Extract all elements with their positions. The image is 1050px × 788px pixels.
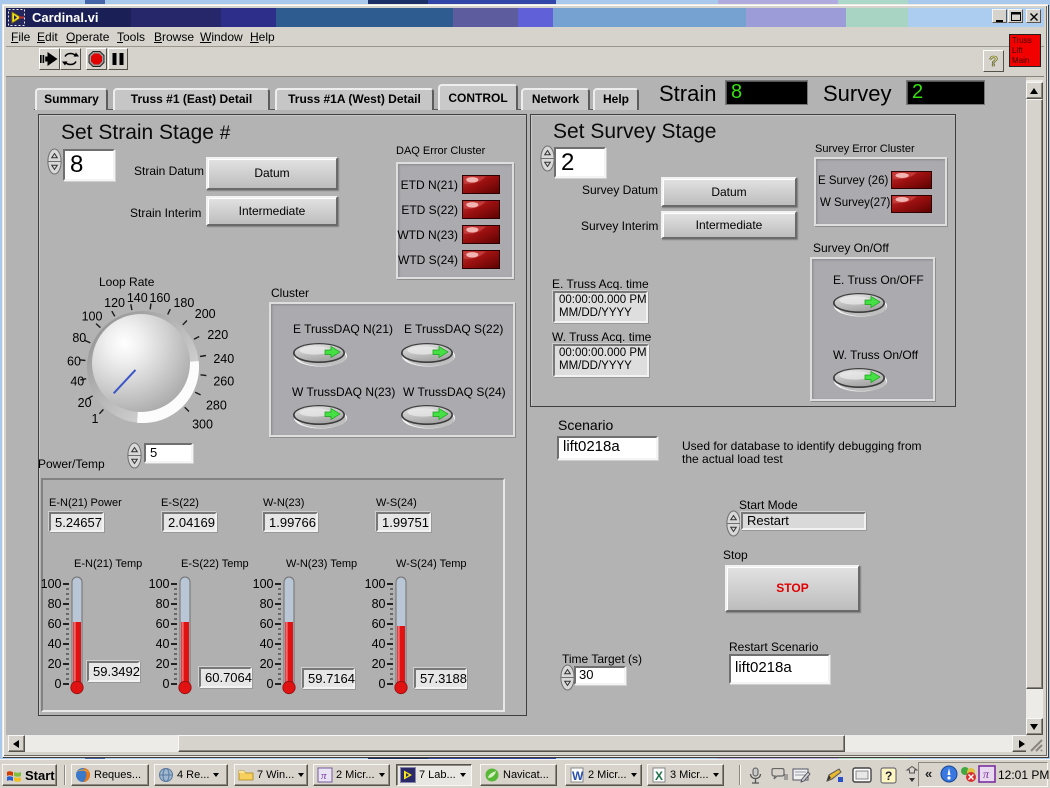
svg-text:60: 60 [48, 617, 62, 631]
svg-text:20: 20 [372, 657, 386, 671]
svg-text:100: 100 [149, 577, 170, 591]
svg-text:160: 160 [149, 291, 170, 305]
svg-text:240: 240 [213, 352, 234, 366]
svg-text:π: π [321, 770, 327, 782]
svg-text:120: 120 [104, 296, 125, 310]
svg-text:40: 40 [70, 375, 84, 389]
svg-text:140: 140 [127, 291, 148, 305]
svg-text:80: 80 [48, 597, 62, 611]
svg-text:π: π [983, 767, 990, 781]
svg-text:20: 20 [260, 657, 274, 671]
svg-text:40: 40 [260, 637, 274, 651]
svg-text:280: 280 [206, 399, 227, 413]
svg-text:1: 1 [92, 412, 99, 426]
svg-text:100: 100 [82, 310, 103, 324]
svg-text:?: ? [885, 769, 892, 783]
svg-text:100: 100 [41, 577, 62, 591]
svg-text:180: 180 [173, 296, 194, 310]
svg-text:0: 0 [163, 677, 170, 691]
svg-text:300: 300 [192, 417, 213, 431]
svg-text:80: 80 [260, 597, 274, 611]
svg-text:?: ? [989, 53, 998, 70]
svg-text:W: W [572, 769, 584, 783]
svg-text:100: 100 [365, 577, 386, 591]
svg-text:220: 220 [207, 328, 228, 342]
svg-text:20: 20 [78, 396, 92, 410]
svg-text:0: 0 [267, 677, 274, 691]
svg-text:260: 260 [213, 375, 234, 389]
svg-text:80: 80 [372, 597, 386, 611]
svg-text:200: 200 [195, 307, 216, 321]
svg-text:X: X [655, 769, 663, 783]
svg-text:40: 40 [156, 637, 170, 651]
svg-text:0: 0 [55, 677, 62, 691]
svg-text:60: 60 [67, 355, 81, 369]
svg-text:60: 60 [156, 617, 170, 631]
svg-text:100: 100 [253, 577, 274, 591]
svg-text:20: 20 [48, 657, 62, 671]
svg-text:80: 80 [156, 597, 170, 611]
svg-text:60: 60 [372, 617, 386, 631]
svg-text:80: 80 [72, 331, 86, 345]
svg-text:0: 0 [379, 677, 386, 691]
svg-text:40: 40 [48, 637, 62, 651]
svg-text:20: 20 [156, 657, 170, 671]
svg-text:60: 60 [260, 617, 274, 631]
svg-text:40: 40 [372, 637, 386, 651]
